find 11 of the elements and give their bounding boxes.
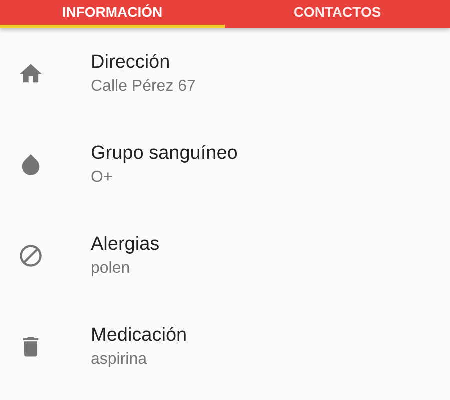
item-value: polen — [91, 260, 132, 278]
item-title: Grupo sanguíneo — [91, 142, 238, 164]
item-title: Alergias — [91, 234, 160, 256]
no-entry-icon — [18, 242, 44, 268]
item-value: Calle Pérez 67 — [91, 78, 196, 96]
tab[interactable]: INFORMACIÓN — [0, 0, 225, 28]
tab[interactable]: CONTACTOS — [225, 0, 450, 28]
item-value: O+ — [91, 168, 114, 186]
item-value: aspirina — [91, 350, 148, 368]
item-title: Medicación — [91, 324, 188, 346]
item-title: Dirección — [91, 52, 172, 74]
